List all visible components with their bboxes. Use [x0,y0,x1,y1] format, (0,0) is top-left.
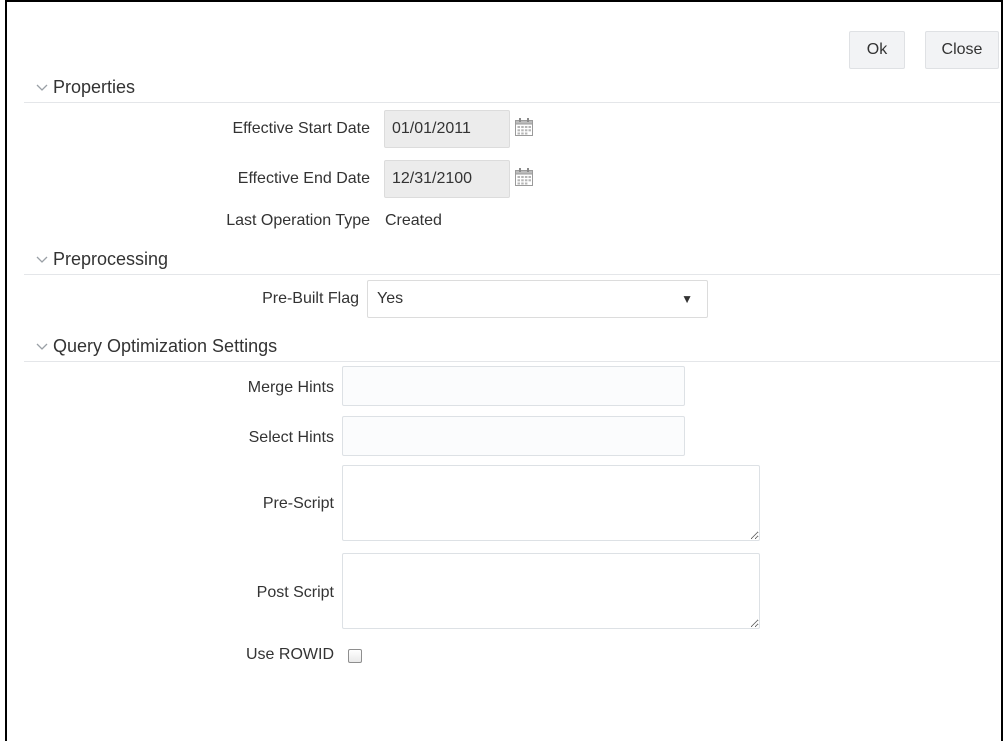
section-properties-title: Properties [53,77,136,97]
pre-built-flag-select[interactable]: Yes ▼ [367,280,708,318]
section-query-optimization-title: Query Optimization Settings [53,336,278,356]
chevron-down-icon [36,84,48,91]
effective-start-date-label: Effective Start Date [232,120,370,137]
select-hints-label: Select Hints [248,429,334,446]
chevron-down-icon [36,256,48,263]
effective-end-date-field: 12/31/2100 [384,160,510,198]
post-script-textarea[interactable] [342,553,760,629]
section-divider [24,102,1000,103]
pre-script-textarea[interactable] [342,465,760,541]
merge-hints-label: Merge Hints [247,379,334,396]
calendar-icon[interactable] [514,117,534,137]
section-properties-toggle[interactable]: Properties [34,77,135,98]
use-rowid-checkbox[interactable] [348,649,362,663]
dropdown-arrow-icon: ▼ [681,292,693,306]
chevron-down-icon [36,343,48,350]
use-rowid-label: Use ROWID [246,646,334,663]
section-query-optimization-toggle[interactable]: Query Optimization Settings [34,336,277,357]
close-button[interactable]: Close [925,31,999,69]
merge-hints-input[interactable] [342,366,685,406]
last-operation-type-value: Created [385,212,442,229]
effective-end-date-label: Effective End Date [237,170,370,187]
ok-button[interactable]: Ok [849,31,905,69]
last-operation-type-label: Last Operation Type [226,212,370,229]
post-script-label: Post Script [256,584,334,601]
section-preprocessing-title: Preprocessing [53,249,169,269]
effective-start-date-field: 01/01/2011 [384,110,510,148]
section-divider [24,274,1000,275]
pre-built-flag-label: Pre-Built Flag [262,290,359,307]
select-hints-input[interactable] [342,416,685,456]
pre-built-flag-value: Yes [377,290,404,307]
calendar-icon[interactable] [514,167,534,187]
section-preprocessing-toggle[interactable]: Preprocessing [34,249,168,270]
section-divider [24,361,1000,362]
pre-script-label: Pre-Script [262,495,334,512]
